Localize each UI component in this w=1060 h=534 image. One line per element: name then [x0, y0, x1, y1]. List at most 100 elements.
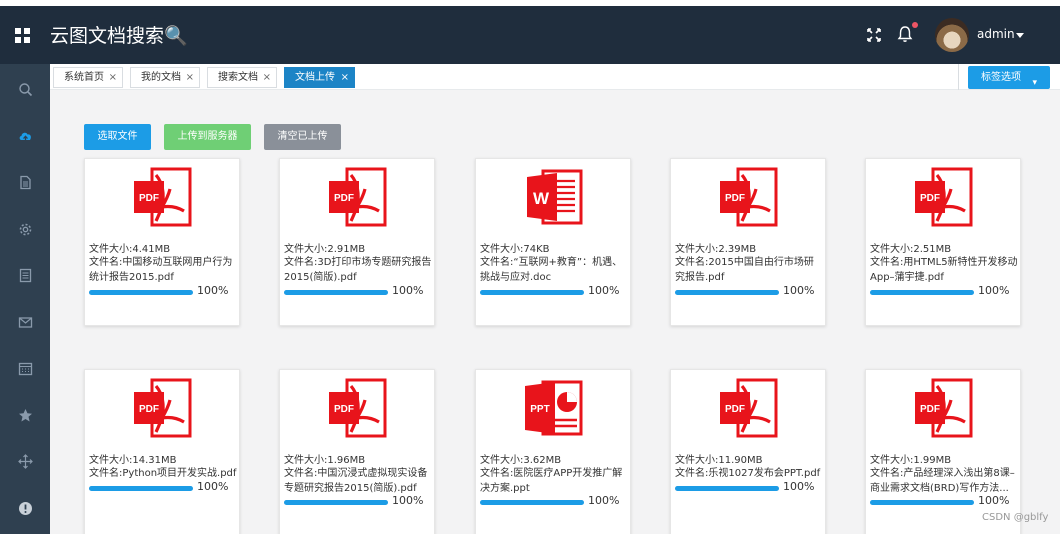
sidebar-item[interactable]	[0, 209, 50, 249]
tab-label: 系统首页	[64, 72, 104, 83]
progress-fill	[870, 290, 974, 295]
pdf-file-icon: PDF	[915, 167, 973, 227]
top-header: 云图文档搜索🔍 admin	[0, 6, 1060, 64]
file-type-label: PDF	[920, 404, 940, 415]
move-icon	[17, 453, 33, 469]
file-icon	[19, 175, 31, 189]
file-card[interactable]: PDF 文件大小:2.39MB 文件名:2015中国自由行市场研究报告.pdf 100…	[670, 158, 826, 326]
sidebar-item[interactable]	[0, 302, 50, 342]
close-icon[interactable]: ×	[109, 68, 117, 87]
progress-text: 100%	[783, 284, 815, 297]
progress-text: 100%	[978, 494, 1010, 507]
file-name: 文件名:产品经理深入浅出第8课–商业需求文档(BRD)写作方法...	[870, 468, 1015, 494]
file-type-label: PDF	[139, 193, 159, 204]
file-size: 文件大小:1.96MB	[284, 455, 366, 466]
progress-text: 100%	[392, 494, 424, 507]
clear-uploaded-button[interactable]: 清空已上传	[264, 124, 341, 150]
tab-item[interactable]: 系统首页 ×	[53, 67, 123, 88]
file-size: 文件大小:2.39MB	[675, 244, 757, 255]
file-card[interactable]: W 文件大小:74KB 文件名:“互联网+教育”：机遇、挑战与应对.doc 100%	[475, 158, 631, 326]
file-type-label: PDF	[725, 193, 745, 204]
fullscreen-icon[interactable]	[867, 28, 881, 42]
file-name: 文件名:“互联网+教育”：机遇、挑战与应对.doc	[480, 257, 623, 283]
tab-item[interactable]: 我的文档 ×	[130, 67, 200, 88]
app-title: 云图文档搜索🔍	[50, 25, 188, 47]
user-name[interactable]: admin	[977, 27, 1015, 41]
tab-divider	[958, 64, 959, 90]
file-name: 文件名:医院医疗APP开发推广解决方案.ppt	[480, 468, 623, 494]
progress-text: 100%	[197, 480, 229, 493]
progress-text: 100%	[197, 284, 229, 297]
tab-item[interactable]: 搜索文档 ×	[207, 67, 277, 88]
search-icon	[18, 82, 32, 96]
file-name: 文件名:3D打印市场专题研究报告2015(简版).pdf	[284, 257, 432, 283]
sidebar-item[interactable]	[0, 441, 50, 481]
sidebar-item[interactable]	[0, 255, 50, 295]
file-card[interactable]: PDF 文件大小:1.96MB 文件名:中国沉浸式虚拟现实设备专题研究报告2015(…	[279, 369, 435, 534]
file-card[interactable]: PPT 文件大小:3.62MB 文件名:医院医疗APP开发推广解决方案.ppt 100…	[475, 369, 631, 534]
tab-label: 文档上传	[295, 72, 335, 83]
file-type-label: W	[533, 189, 550, 208]
file-card[interactable]: PDF 文件大小:2.91MB 文件名:3D打印市场专题研究报告2015(简版).p…	[279, 158, 435, 326]
sidebar-item[interactable]	[0, 395, 50, 435]
pdf-file-icon: PDF	[134, 378, 192, 438]
chevron-down-icon[interactable]	[1016, 33, 1024, 38]
pdf-file-icon: PDF	[720, 378, 778, 438]
file-size: 文件大小:2.91MB	[284, 244, 366, 255]
progress-bar	[675, 486, 779, 491]
notification-dot	[912, 22, 918, 28]
progress-fill	[480, 500, 584, 505]
mail-icon	[18, 316, 32, 328]
tab-label: 搜索文档	[218, 72, 258, 83]
progress-bar	[675, 290, 779, 295]
pdf-file-icon: PDF	[134, 167, 192, 227]
progress-fill	[89, 486, 193, 491]
progress-fill	[89, 290, 193, 295]
upload-to-server-button[interactable]: 上传到服务器	[164, 124, 251, 150]
pdf-file-icon: PDF	[329, 167, 387, 227]
tab-item[interactable]: 文档上传 ×	[284, 67, 355, 88]
file-size: 文件大小:74KB	[480, 244, 550, 255]
close-icon[interactable]: ×	[341, 68, 349, 87]
progress-fill	[675, 290, 779, 295]
progress-fill	[870, 500, 974, 505]
select-file-button[interactable]: 选取文件	[84, 124, 151, 150]
sidebar-item[interactable]	[0, 116, 50, 156]
tab-bar	[50, 64, 1060, 90]
cloud-upload-icon	[19, 132, 31, 141]
sidebar-item[interactable]	[0, 488, 50, 528]
close-icon[interactable]: ×	[263, 68, 271, 87]
progress-text: 100%	[588, 284, 620, 297]
file-card[interactable]: PDF 文件大小:1.99MB 文件名:产品经理深入浅出第8课–商业需求文档(BRD…	[865, 369, 1021, 534]
file-type-label: PDF	[920, 193, 940, 204]
file-name: 文件名:Python项目开发实战.pdf	[89, 468, 237, 479]
progress-bar	[480, 500, 584, 505]
file-name: 文件名:用HTML5新特性开发移动App–蒲宇捷.pdf	[870, 257, 1018, 283]
grid-menu-icon[interactable]	[15, 28, 31, 44]
file-name: 文件名:中国移动互联网用户行为统计报告2015.pdf	[89, 257, 233, 283]
file-type-label: PDF	[334, 193, 354, 204]
file-card[interactable]: PDF 文件大小:2.51MB 文件名:用HTML5新特性开发移动App–蒲宇捷.p…	[865, 158, 1021, 326]
list-icon	[19, 268, 31, 282]
progress-fill	[284, 500, 388, 505]
watermark: CSDN @gblfy	[982, 512, 1049, 523]
progress-bar	[870, 290, 974, 295]
sidebar-item[interactable]	[0, 162, 50, 202]
file-name: 文件名:乐视1027发布会PPT.pdf	[675, 468, 821, 479]
progress-text: 100%	[978, 284, 1010, 297]
file-card[interactable]: PDF 文件大小:14.31MB 文件名:Python项目开发实战.pdf 100%	[84, 369, 240, 534]
pdf-file-icon: PDF	[720, 167, 778, 227]
close-icon[interactable]: ×	[186, 68, 194, 87]
file-size: 文件大小:2.51MB	[870, 244, 952, 255]
file-card[interactable]: PDF 文件大小:11.90MB 文件名:乐视1027发布会PPT.pdf 100%	[670, 369, 826, 534]
tab-label: 我的文档	[141, 72, 181, 83]
tab-options-button[interactable]: 标签选项 ▾	[968, 66, 1050, 89]
pdf-file-icon: PDF	[329, 378, 387, 438]
bell-icon[interactable]	[897, 25, 913, 43]
sidebar-item[interactable]	[0, 348, 50, 388]
sidebar-item[interactable]	[0, 69, 50, 109]
progress-bar	[284, 290, 388, 295]
avatar[interactable]	[935, 18, 969, 52]
file-size: 文件大小:14.31MB	[89, 455, 177, 466]
file-card[interactable]: PDF 文件大小:4.41MB 文件名:中国移动互联网用户行为统计报告2015.pd…	[84, 158, 240, 326]
